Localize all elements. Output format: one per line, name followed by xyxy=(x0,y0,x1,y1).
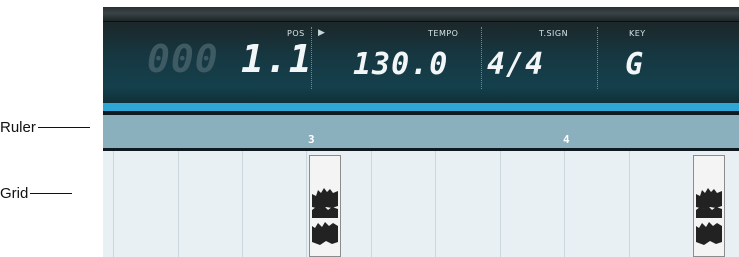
key-caption: KEY xyxy=(629,29,646,38)
play-icon[interactable]: ▶ xyxy=(318,28,325,38)
tempo-value[interactable]: 130.0 xyxy=(353,47,448,82)
time-signature-caption: T.SIGN xyxy=(539,29,569,38)
grid-line xyxy=(371,151,372,257)
grid-callout: Grid xyxy=(0,183,73,203)
grid-line xyxy=(113,151,114,257)
grid-line xyxy=(178,151,179,257)
grid-line xyxy=(306,151,307,257)
transport-display: 000 1.1 POS ▶ TEMPO 130.0 T.SIGN 4/4 KEY… xyxy=(103,7,739,103)
separator xyxy=(597,27,598,89)
key-value[interactable]: G xyxy=(625,47,644,82)
grid-line xyxy=(500,151,501,257)
ruler-callout-line xyxy=(37,126,90,128)
ruler-bar-number: 4 xyxy=(563,133,570,146)
grid-line xyxy=(564,151,565,257)
waveform-icon xyxy=(312,188,338,245)
tempo-caption: TEMPO xyxy=(428,29,459,38)
position-caption: POS xyxy=(287,29,305,38)
accent-band xyxy=(103,103,739,111)
ruler-bar-number: 3 xyxy=(308,133,315,146)
grid-callout-line xyxy=(30,192,73,194)
position-value[interactable]: 1.1 xyxy=(241,37,313,81)
audio-clip[interactable] xyxy=(693,155,725,257)
sequencer-panel: 000 1.1 POS ▶ TEMPO 130.0 T.SIGN 4/4 KEY… xyxy=(103,7,739,257)
time-signature-value[interactable]: 4/4 xyxy=(487,47,544,82)
waveform-icon xyxy=(696,188,722,245)
grid-line xyxy=(242,151,243,257)
position-ghost-digits: 000 xyxy=(147,37,219,81)
grid[interactable] xyxy=(103,151,739,257)
ruler[interactable]: 3 4 xyxy=(103,115,739,148)
grid-callout-label: Grid xyxy=(0,184,29,202)
separator xyxy=(481,27,482,89)
grid-line xyxy=(629,151,630,257)
separator xyxy=(311,27,312,89)
audio-clip[interactable] xyxy=(309,155,341,257)
ruler-callout: Ruler xyxy=(0,117,90,137)
grid-line xyxy=(435,151,436,257)
ruler-callout-label: Ruler xyxy=(0,118,36,136)
